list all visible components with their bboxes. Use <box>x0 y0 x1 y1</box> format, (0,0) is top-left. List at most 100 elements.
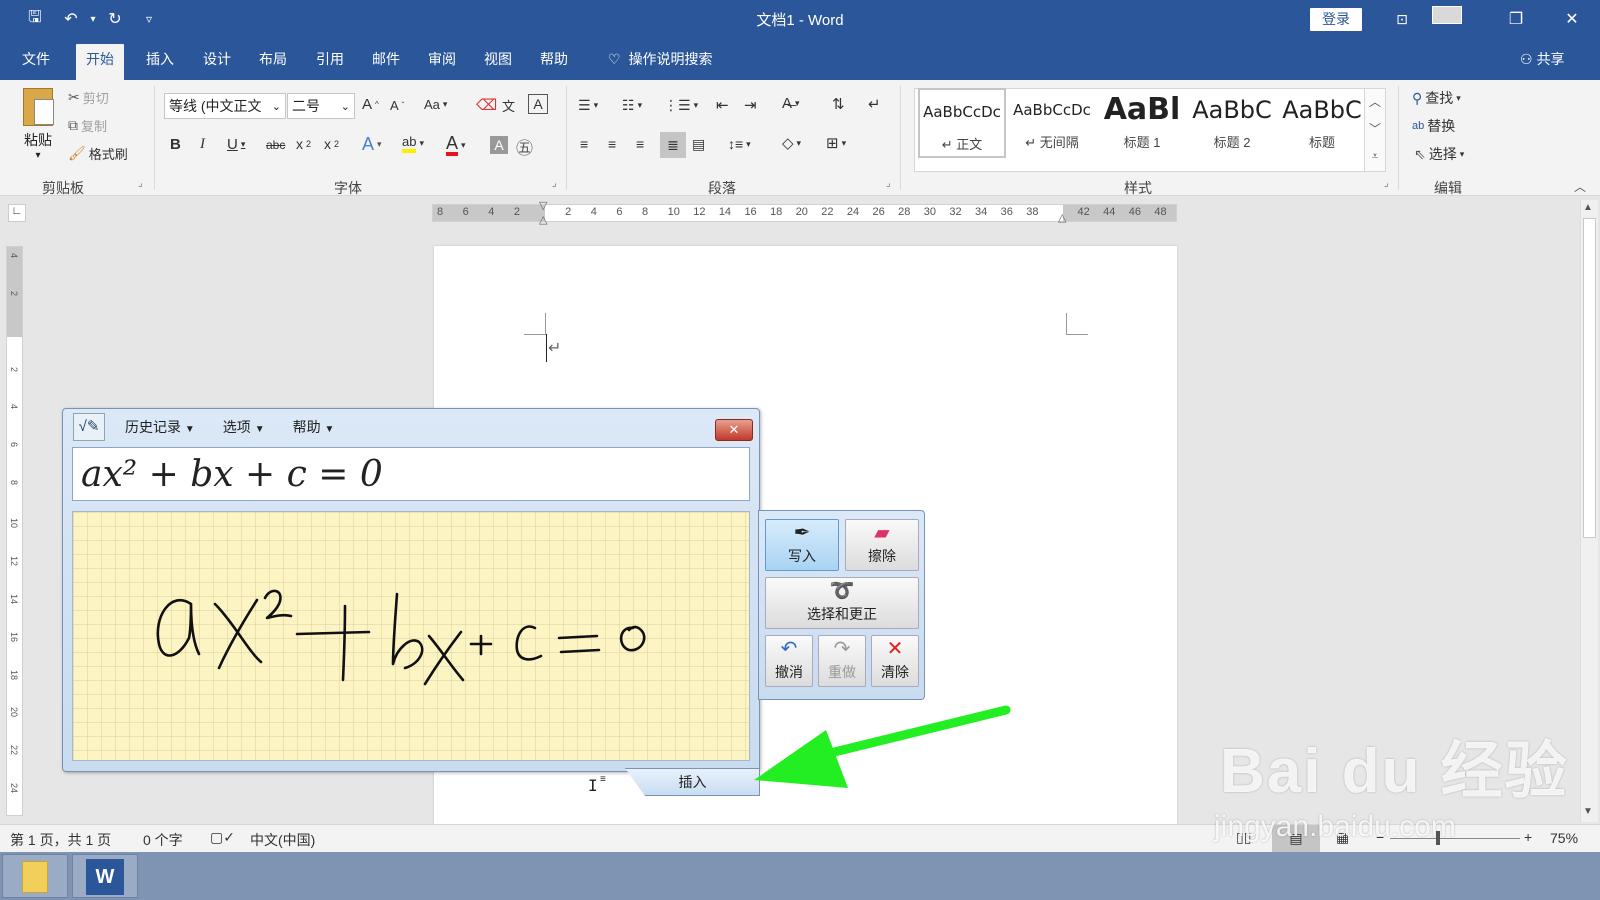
cut-button[interactable]: ✂ 剪切 <box>68 88 109 107</box>
align-left-icon[interactable]: ≡ <box>580 136 588 152</box>
paste-button[interactable]: 粘贴 ▾ <box>18 88 58 161</box>
collapse-ribbon-icon[interactable]: ︿ <box>1574 178 1586 195</box>
scroll-up-icon[interactable]: ▲ <box>1583 202 1593 213</box>
justify-icon[interactable]: ≣ <box>660 132 686 158</box>
chevron-up-icon[interactable]: ︿ <box>1365 89 1385 116</box>
shading-icon[interactable]: ◇ ▾ <box>782 134 801 152</box>
left-indent-marker[interactable]: △ <box>539 213 547 226</box>
scroll-thumb[interactable] <box>1583 218 1596 538</box>
increase-indent-icon[interactable]: ⇥ <box>744 96 757 114</box>
styles-scroll[interactable]: ︿ ﹀ ⩡ <box>1364 88 1386 172</box>
ribbon-display-icon[interactable]: ⊡ <box>1380 4 1424 34</box>
subscript-icon[interactable]: x2 <box>296 136 311 152</box>
multilevel-list-icon[interactable]: ⋮☰ ▾ <box>664 97 698 114</box>
word-count[interactable]: 0 个字 <box>143 830 183 850</box>
proofing-icon[interactable]: ▢✓ <box>210 829 235 846</box>
change-case-button[interactable]: Aa ▾ <box>424 97 447 112</box>
close-panel-button[interactable]: ✕ <box>715 419 753 441</box>
tab-home[interactable]: 开始 <box>76 44 124 80</box>
numbering-icon[interactable]: ☷ ▾ <box>622 97 642 114</box>
tab-help[interactable]: 帮助 <box>530 50 578 80</box>
erase-button[interactable]: ▰ 擦除 <box>845 519 919 571</box>
show-marks-icon[interactable]: ↵ <box>868 95 881 113</box>
paragraph-launcher-icon[interactable]: ⌟ <box>886 178 891 189</box>
more-styles-icon[interactable]: ⩡ <box>1365 143 1385 170</box>
write-button[interactable]: ✒ 写入 <box>765 519 839 571</box>
find-button[interactable]: ⚲ 查找 ▾ <box>1412 88 1461 108</box>
align-center-icon[interactable]: ≡ <box>608 136 616 152</box>
tab-references[interactable]: 引用 <box>306 50 354 80</box>
tab-selector[interactable]: ∟ <box>8 204 26 222</box>
clear-formatting-icon[interactable]: ⌫ <box>476 96 497 114</box>
copy-button[interactable]: ⧉ 复制 <box>68 116 107 135</box>
menu-options[interactable]: 选项 ▼ <box>223 417 265 437</box>
text-effects-icon[interactable]: A ▾ <box>362 134 382 155</box>
undo-button[interactable]: ↶ 撤消 <box>765 635 813 687</box>
char-shading-icon[interactable]: A <box>490 136 508 154</box>
bullets-icon[interactable]: ☰ ▾ <box>578 97 598 114</box>
char-border-icon[interactable]: A <box>528 94 548 114</box>
tab-mailings[interactable]: 邮件 <box>362 50 410 80</box>
decrease-indent-icon[interactable]: ⇤ <box>716 96 729 114</box>
clipboard-launcher-icon[interactable]: ⌟ <box>138 178 143 189</box>
bold-icon[interactable]: B <box>170 136 181 153</box>
highlight-icon[interactable]: ab ▾ <box>402 134 424 153</box>
style-normal[interactable]: AaBbCcDc ↵ 正文 <box>918 88 1006 158</box>
tab-layout[interactable]: 布局 <box>249 50 297 80</box>
replace-button[interactable]: ab 替换 <box>1412 116 1455 136</box>
vertical-scrollbar[interactable]: ▲ ▼ <box>1580 200 1598 822</box>
tab-file[interactable]: 文件 <box>12 50 60 80</box>
align-right-icon[interactable]: ≡ <box>636 136 644 152</box>
page-count[interactable]: 第 1 页，共 1 页 <box>10 830 111 850</box>
styles-launcher-icon[interactable]: ⌟ <box>1384 178 1389 189</box>
font-launcher-icon[interactable]: ⌟ <box>552 178 557 189</box>
tab-design[interactable]: 设计 <box>193 50 241 80</box>
chinese-layout-icon[interactable]: A̶ ▾ <box>782 95 800 112</box>
superscript-icon[interactable]: x2 <box>324 136 339 152</box>
tab-review[interactable]: 审阅 <box>418 50 466 80</box>
menu-history[interactable]: 历史记录 ▼ <box>125 417 195 437</box>
vertical-ruler[interactable]: 4 2 2 4 6 8 10 12 14 16 18 20 22 24 <box>6 246 23 816</box>
style-heading-2[interactable]: AaBbC 标题 2 <box>1188 88 1276 158</box>
scroll-down-icon[interactable]: ▼ <box>1583 806 1593 817</box>
font-size-combo[interactable]: 二号 ⌄ <box>287 93 355 119</box>
select-button[interactable]: ⇖ 选择 ▾ <box>1414 144 1464 164</box>
tablet-icon[interactable] <box>1432 6 1462 24</box>
borders-icon[interactable]: ⊞ ▾ <box>826 134 846 152</box>
tab-insert[interactable]: 插入 <box>136 50 184 80</box>
language[interactable]: 中文(中国) <box>250 830 315 850</box>
close-icon[interactable]: ✕ <box>1550 4 1594 34</box>
line-spacing-icon[interactable]: ↕≡ ▾ <box>728 136 751 152</box>
grow-font-icon[interactable]: A ^ <box>362 96 379 113</box>
distributed-icon[interactable]: ▤ <box>692 136 705 153</box>
first-line-indent-marker[interactable]: ▽ <box>539 199 547 212</box>
strikethrough-icon[interactable]: abc <box>266 138 285 152</box>
phonetic-guide-icon[interactable]: 文 <box>502 96 515 115</box>
sort-icon[interactable]: ⇅ <box>832 95 845 113</box>
writing-canvas[interactable] <box>72 511 750 761</box>
file-explorer-taskbar-button[interactable] <box>2 854 68 898</box>
restore-icon[interactable]: ❐ <box>1494 4 1538 34</box>
underline-icon[interactable]: U ▾ <box>227 136 245 153</box>
enclose-chars-icon[interactable]: ㊄ <box>516 134 533 159</box>
share-button[interactable]: ⚇ 共享 <box>1510 50 1575 80</box>
redo-button[interactable]: ↷ 重做 <box>818 635 866 687</box>
word-taskbar-button[interactable]: W <box>72 854 138 898</box>
italic-icon[interactable]: I <box>200 136 205 153</box>
style-heading-1[interactable]: AaBl 标题 1 <box>1098 88 1186 158</box>
chevron-down-icon[interactable]: ﹀ <box>1365 116 1385 143</box>
clear-button[interactable]: ✕ 清除 <box>871 635 919 687</box>
style-title[interactable]: AaBbC 标题 <box>1278 88 1366 158</box>
right-indent-marker[interactable]: △ <box>1058 211 1066 224</box>
font-color-icon[interactable]: A ▾ <box>446 134 466 156</box>
select-correct-button[interactable]: ➰ 选择和更正 <box>765 577 919 629</box>
tell-me-search[interactable]: ♡ 操作说明搜索 <box>598 50 723 80</box>
format-painter-button[interactable]: 🖌 格式刷 <box>68 144 128 163</box>
login-button[interactable]: 登录 <box>1310 8 1362 31</box>
shrink-font-icon[interactable]: Aˇ <box>390 98 404 113</box>
menu-help[interactable]: 帮助 ▼ <box>293 417 335 437</box>
tab-view[interactable]: 视图 <box>474 50 522 80</box>
font-name-combo[interactable]: 等线 (中文正文 ⌄ <box>164 93 286 119</box>
style-no-spacing[interactable]: AaBbCcDc ↵ 无间隔 <box>1008 88 1096 158</box>
horizontal-ruler[interactable]: 8 6 4 2 2 4 6 8 10 12 14 16 18 20 22 24 26 28 30 32 34 36 38 42… <box>432 200 1177 226</box>
